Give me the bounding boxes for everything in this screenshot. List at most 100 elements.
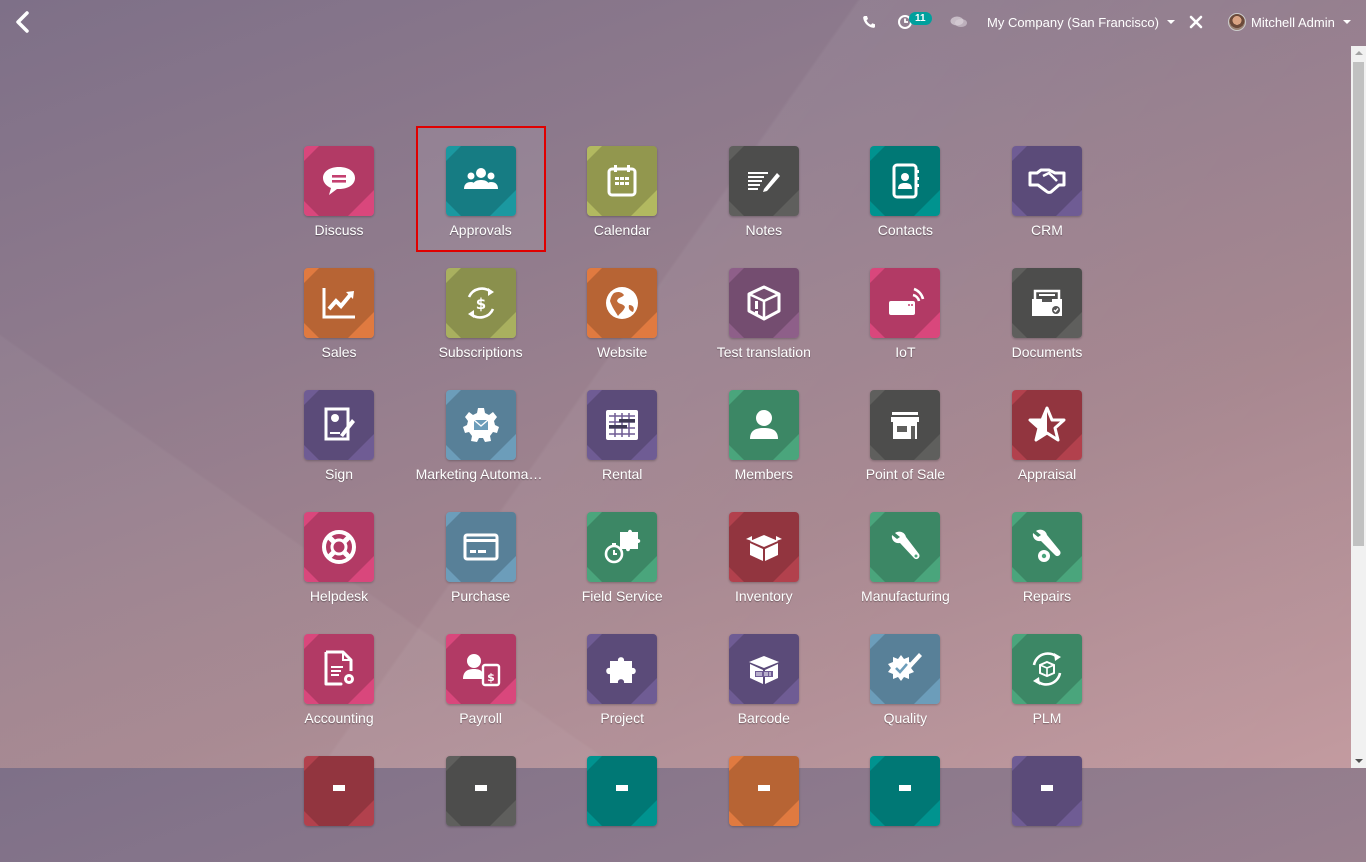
icon-shadow — [304, 756, 374, 826]
users-icon — [463, 168, 498, 189]
app-label: CRM — [1031, 222, 1063, 238]
user-name: Mitchell Admin — [1251, 14, 1335, 30]
app-tile-subscriptions[interactable]: $ Subscriptions — [416, 248, 546, 374]
app-tile-payroll[interactable]: $ Payroll — [416, 614, 546, 740]
app-icon-tile — [728, 634, 799, 704]
app-icon-tile — [304, 756, 374, 826]
icon-shadow — [1012, 390, 1082, 460]
app-tile-repairs[interactable]: Repairs — [982, 492, 1112, 618]
svg-text:$: $ — [487, 671, 495, 684]
company-switcher[interactable]: My Company (San Francisco) — [987, 0, 1175, 44]
phone-button[interactable] — [862, 0, 876, 44]
chevron-left-icon — [16, 11, 29, 33]
app-label: Accounting — [304, 710, 374, 726]
company-name: My Company (San Francisco) — [987, 14, 1159, 30]
app-tile-accounting[interactable]: Accounting — [274, 614, 404, 740]
app-icon-tile — [304, 146, 374, 216]
app-tile-website[interactable]: Website — [557, 248, 687, 374]
app-tile-crm[interactable]: CRM — [982, 126, 1112, 252]
icon-shadow — [728, 634, 799, 704]
app-tile-marketing-automation[interactable]: Marketing Automation — [416, 370, 546, 496]
tools-icon — [1189, 15, 1203, 29]
scrollbar-thumb[interactable] — [1353, 62, 1364, 546]
open-box-icon — [745, 535, 782, 561]
app-icon — [757, 785, 770, 791]
app-tile-documents[interactable]: Documents — [982, 248, 1112, 374]
app-icon-tile — [304, 634, 374, 704]
app-tile-barcode[interactable]: Barcode — [699, 614, 829, 740]
app-tile-partial-30[interactable] — [274, 736, 404, 862]
icon-shadow — [870, 512, 941, 582]
app-icon-tile — [587, 146, 658, 216]
scroll-down-arrow-icon[interactable] — [1355, 759, 1363, 763]
app-tile-iot[interactable]: IoT — [840, 248, 970, 374]
activity-button[interactable]: 11 — [897, 0, 932, 44]
app-tile-sign[interactable]: Sign — [274, 370, 404, 496]
app-icon-tile — [304, 512, 374, 582]
sign-document-icon — [324, 407, 355, 441]
star-icon — [1028, 406, 1066, 442]
icon-shadow — [445, 634, 516, 704]
app-icon — [1041, 785, 1053, 791]
icon-shadow — [587, 512, 658, 582]
back-button[interactable] — [12, 10, 34, 34]
app-label: Project — [600, 710, 644, 726]
app-tile-helpdesk[interactable]: Helpdesk — [274, 492, 404, 618]
calendar-icon — [607, 165, 637, 197]
app-tile-partial-34[interactable] — [840, 736, 970, 862]
app-label: Marketing Automation — [415, 466, 546, 482]
caret-down-icon — [1166, 20, 1175, 24]
app-tile-notes[interactable]: Notes — [699, 126, 829, 252]
messages-button[interactable] — [950, 0, 968, 44]
app-tile-partial-33[interactable] — [699, 736, 829, 862]
app-tile-rental[interactable]: Rental — [557, 370, 687, 496]
app-tile-partial-32[interactable] — [557, 736, 687, 862]
debug-tools-button[interactable] — [1188, 0, 1204, 44]
globe-icon — [606, 287, 639, 319]
app-tile-partial-35[interactable] — [982, 736, 1112, 862]
app-icon-tile — [728, 512, 799, 582]
app-tile-approvals[interactable]: Approvals — [415, 126, 546, 252]
icon-shadow — [870, 390, 941, 460]
scroll-up-arrow-icon[interactable] — [1355, 51, 1363, 55]
user-menu[interactable]: Mitchell Admin — [1228, 0, 1351, 44]
icon-shadow — [587, 390, 658, 460]
icon-shadow — [870, 634, 941, 704]
app-tile-inventory[interactable]: Inventory — [699, 492, 829, 618]
app-tile-purchase[interactable]: Purchase — [416, 492, 546, 618]
app-tile-field-service[interactable]: Field Service — [557, 492, 687, 618]
icon-shadow — [728, 512, 799, 582]
icon-shadow — [445, 390, 516, 460]
app-label: Helpdesk — [309, 588, 369, 604]
app-tile-point-of-sale[interactable]: Point of Sale — [840, 370, 970, 496]
app-label: Website — [597, 344, 648, 360]
app-tile-test-translation[interactable]: Test translation — [699, 248, 829, 374]
app-tile-quality[interactable]: Quality — [840, 614, 970, 740]
app-icon-tile — [1012, 756, 1082, 826]
icon-shadow — [1012, 634, 1082, 704]
app-tile-members[interactable]: Members — [699, 370, 829, 496]
app-icon-tile — [1012, 268, 1082, 338]
app-label: Members — [734, 466, 793, 482]
wrench-gear-icon — [1032, 529, 1061, 562]
document-gear-icon — [324, 650, 354, 686]
app-tile-contacts[interactable]: Contacts — [840, 126, 970, 252]
notes-pencil-icon — [747, 172, 780, 192]
scrollbar[interactable] — [1351, 46, 1366, 768]
icon-shadow — [870, 146, 941, 216]
app-tile-appraisal[interactable]: Appraisal — [982, 370, 1112, 496]
app-tile-partial-31[interactable] — [416, 736, 546, 862]
app-tile-plm[interactable]: PLM — [982, 614, 1112, 740]
svg-text:$: $ — [475, 295, 485, 313]
app-tile-discuss[interactable]: Discuss — [274, 126, 404, 252]
app-icon — [333, 785, 345, 791]
app-tile-sales[interactable]: Sales — [274, 248, 404, 374]
app-label: Approvals — [449, 222, 512, 238]
icon-shadow — [728, 390, 799, 460]
app-icon-tile — [445, 146, 516, 216]
app-label: Calendar — [593, 222, 651, 238]
app-tile-project[interactable]: Project — [557, 614, 687, 740]
user-dollar-icon: $ — [462, 654, 500, 687]
app-tile-manufacturing[interactable]: Manufacturing — [840, 492, 970, 618]
app-tile-calendar[interactable]: Calendar — [557, 126, 687, 252]
